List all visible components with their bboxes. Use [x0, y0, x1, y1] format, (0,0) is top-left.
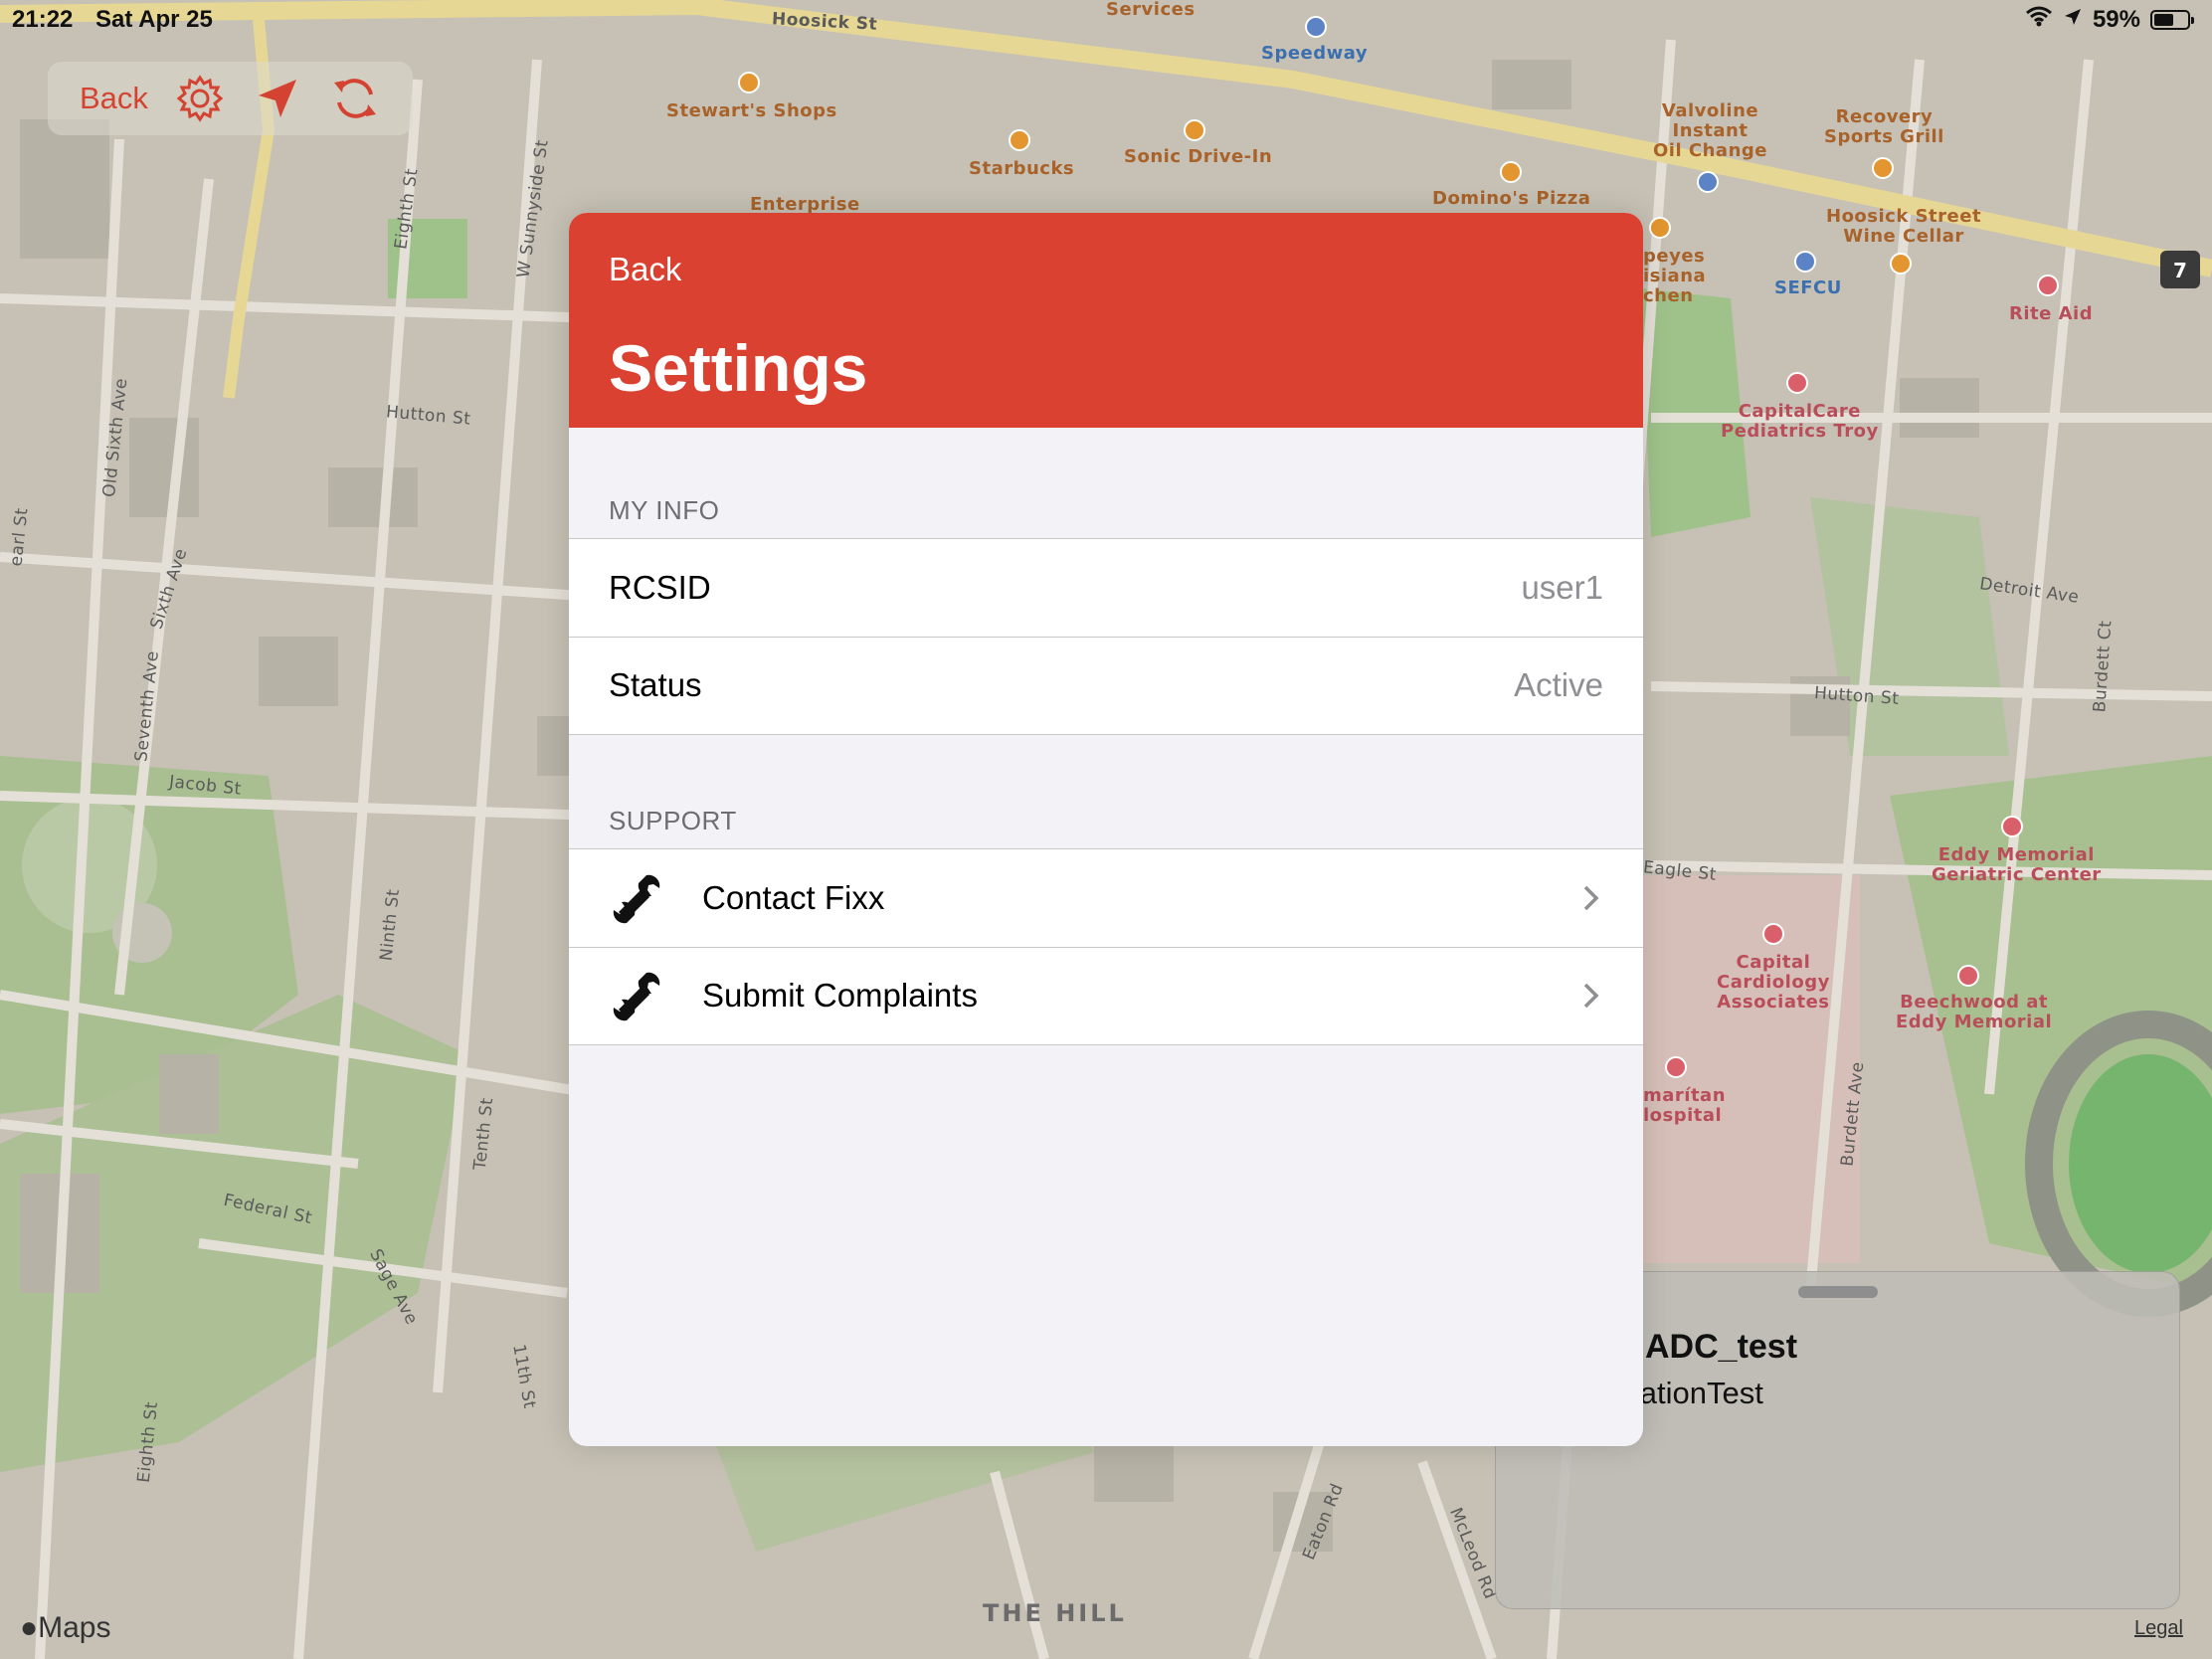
- toolbar-back-button[interactable]: Back: [80, 81, 148, 116]
- sheet-title: ADC_test: [1645, 1328, 1798, 1366]
- wine-shop-icon[interactable]: [1890, 253, 1912, 275]
- bank-icon[interactable]: [1794, 251, 1816, 273]
- rcsid-row[interactable]: RCSID user1: [569, 539, 1643, 637]
- legal-link[interactable]: Legal: [2134, 1617, 2183, 1640]
- poi-label: SEFCU: [1774, 277, 1842, 298]
- poi-label: Sonic Drive-In: [1124, 146, 1273, 167]
- status-value: Active: [1514, 666, 1603, 703]
- poi-label: Capital Cardiology Associates: [1717, 952, 1830, 1013]
- pizza-icon[interactable]: [1500, 161, 1522, 183]
- route-shield-label: 7: [2173, 259, 2187, 282]
- car-service-icon[interactable]: [1697, 171, 1719, 193]
- restaurant-icon[interactable]: [1872, 157, 1894, 179]
- restaurant-icon[interactable]: [1649, 217, 1671, 239]
- map-toolbar: Back: [48, 62, 413, 135]
- poi-label: Domino's Pizza: [1432, 188, 1591, 209]
- status-indicators: 59%: [2025, 5, 2194, 34]
- shop-icon[interactable]: [738, 72, 760, 93]
- settings-modal: Back Settings MY INFO RCSID user1 Status…: [569, 213, 1643, 1446]
- status-label: Status: [609, 666, 702, 703]
- poi-label: Beechwood at Eddy Memorial: [1896, 992, 2053, 1032]
- contact-fixx-row[interactable]: Contact Fixx: [569, 849, 1643, 947]
- chevron-right-icon: [1581, 883, 1601, 913]
- refresh-icon[interactable]: [329, 73, 381, 124]
- pharmacy-icon[interactable]: [2037, 275, 2059, 296]
- wifi-icon: [2025, 5, 2053, 34]
- battery-icon: [2150, 9, 2194, 30]
- page-title: Settings: [609, 331, 868, 405]
- status-time: 21:22: [12, 6, 74, 33]
- section-header-my-info: MY INFO: [609, 495, 720, 525]
- status-bar: 21:22 Sat Apr 25 59%: [0, 0, 2212, 40]
- hospital-icon[interactable]: [1665, 1056, 1687, 1078]
- wrench-icon: [609, 871, 664, 927]
- chevron-right-icon: [1581, 981, 1601, 1011]
- my-info-group: RCSID user1 Status Active: [569, 538, 1643, 735]
- poi-label: Stewart's Shops: [666, 100, 837, 121]
- poi-label: Eddy Memorial Geriatric Center: [1932, 844, 2102, 885]
- wrench-icon: [609, 969, 664, 1024]
- neighborhood-label: THE HILL: [983, 1599, 1127, 1627]
- modal-back-button[interactable]: Back: [609, 251, 681, 288]
- poi-label: Starbucks: [969, 158, 1075, 179]
- medical-icon[interactable]: [2001, 816, 2023, 837]
- poi-label: Enterprise: [750, 194, 860, 215]
- restaurant-icon[interactable]: [1184, 119, 1205, 141]
- medical-icon[interactable]: [1762, 923, 1784, 945]
- poi-label: marítan lospital: [1643, 1085, 1727, 1126]
- coffee-icon[interactable]: [1009, 129, 1030, 151]
- sheet-grabber-handle[interactable]: [1797, 1286, 1878, 1298]
- rcsid-value: user1: [1521, 569, 1603, 606]
- submit-complaints-row[interactable]: Submit Complaints: [569, 947, 1643, 1044]
- section-header-support: SUPPORT: [609, 806, 737, 835]
- poi-label: Speedway: [1261, 43, 1369, 64]
- location-arrow-icon[interactable]: [252, 73, 303, 124]
- battery-percent: 59%: [2092, 5, 2140, 33]
- support-group: Contact Fixx Submit Complaints: [569, 848, 1643, 1045]
- gear-icon[interactable]: [174, 73, 226, 124]
- poi-label: CapitalCare Pediatrics Troy: [1721, 401, 1879, 442]
- medical-icon[interactable]: [1786, 372, 1808, 394]
- location-arrow-icon: [2063, 6, 2083, 34]
- maps-brand: ●Maps: [20, 1611, 110, 1645]
- modal-header: Back Settings: [569, 213, 1643, 428]
- rcsid-label: RCSID: [609, 569, 711, 606]
- poi-label: Rite Aid: [2009, 303, 2094, 324]
- poi-label: Valvoline Instant Oil Change: [1653, 100, 1767, 161]
- maps-brand-label: Maps: [38, 1611, 111, 1644]
- apple-logo-icon: ●: [20, 1611, 39, 1644]
- submit-complaints-label: Submit Complaints: [702, 977, 978, 1014]
- medical-icon[interactable]: [1957, 965, 1979, 987]
- status-row[interactable]: Status Active: [569, 637, 1643, 734]
- poi-label: Recovery Sports Grill: [1824, 106, 1944, 147]
- poi-label: Hoosick Street Wine Cellar: [1826, 206, 1982, 247]
- contact-fixx-label: Contact Fixx: [702, 879, 885, 916]
- status-date: Sat Apr 25: [95, 6, 213, 33]
- poi-label: peyes isiana chen: [1643, 246, 1707, 306]
